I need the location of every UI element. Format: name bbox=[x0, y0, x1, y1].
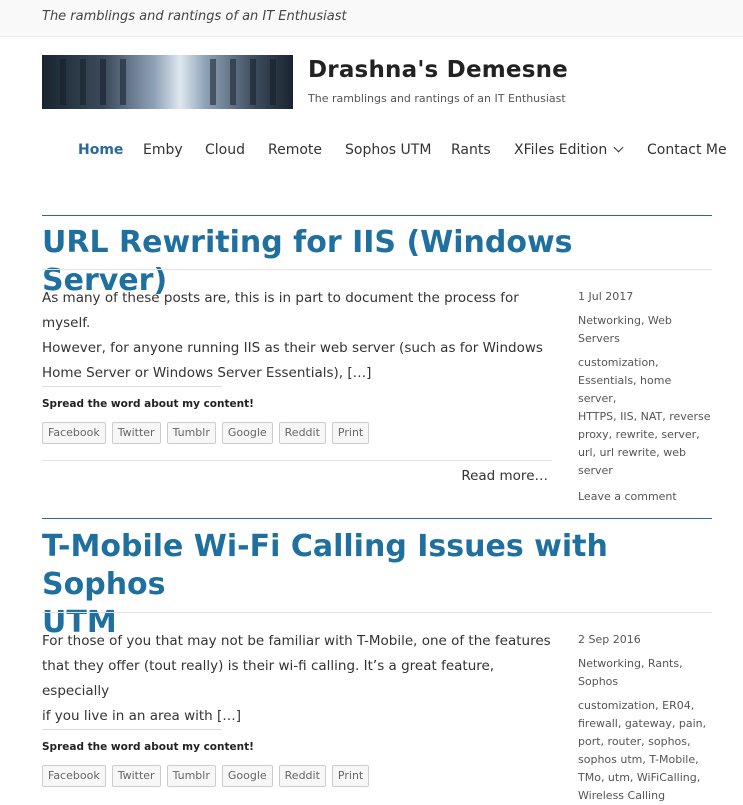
post-tags[interactable]: server bbox=[578, 462, 713, 480]
post-tags[interactable]: Wireless Calling bbox=[578, 787, 713, 805]
site-title[interactable]: Drashna's Demesne bbox=[308, 57, 568, 83]
share-print-button[interactable]: Print bbox=[331, 422, 370, 444]
post-tags[interactable]: HTTPS, IIS, NAT, reverse bbox=[578, 408, 713, 426]
post-title-line: T-Mobile Wi-Fi Calling Issues with Sopho… bbox=[42, 529, 608, 602]
post-categories[interactable]: Sophos bbox=[578, 673, 713, 691]
nav-item-rants[interactable]: Rants bbox=[451, 142, 491, 158]
post-excerpt: As many of these posts are, this is in p… bbox=[42, 286, 557, 386]
post-divider bbox=[42, 215, 712, 216]
chevron-down-icon[interactable] bbox=[613, 142, 624, 153]
post-tags[interactable]: port, router, sophos, bbox=[578, 733, 713, 751]
share-buttons: Facebook Twitter Tumblr Google Reddit Pr… bbox=[42, 422, 370, 444]
share-tumblr-button[interactable]: Tumblr bbox=[166, 765, 216, 787]
share-facebook-button[interactable]: Facebook bbox=[42, 422, 106, 444]
nav-item-sophos-utm[interactable]: Sophos UTM bbox=[345, 142, 431, 158]
excerpt-line: For those of you that may not be familia… bbox=[42, 633, 551, 649]
title-divider bbox=[42, 269, 712, 270]
excerpt-line: that they offer (tout really) is their w… bbox=[42, 658, 495, 699]
nav-item-xfiles-edition[interactable]: XFiles Edition bbox=[514, 142, 624, 158]
nav-item-emby[interactable]: Emby bbox=[143, 142, 183, 158]
excerpt-line: As many of these posts are, this is in p… bbox=[42, 290, 519, 331]
post-tags[interactable]: customization, bbox=[578, 354, 713, 372]
read-more-link[interactable]: Read more… bbox=[461, 468, 548, 484]
post-excerpt: For those of you that may not be familia… bbox=[42, 629, 557, 729]
nav-item-xfiles-label: XFiles Edition bbox=[514, 142, 608, 158]
post-meta: 2 Sep 2016 Networking, Rants, Sophos cus… bbox=[578, 631, 713, 805]
nav-item-cloud[interactable]: Cloud bbox=[205, 142, 245, 158]
top-bar: The ramblings and rantings of an IT Enth… bbox=[0, 0, 743, 37]
share-tumblr-button[interactable]: Tumblr bbox=[166, 422, 216, 444]
topbar-tagline: The ramblings and rantings of an IT Enth… bbox=[42, 9, 347, 24]
post-tags[interactable]: Essentials, home server, bbox=[578, 372, 713, 408]
share-google-button[interactable]: Google bbox=[221, 422, 273, 444]
site-description: The ramblings and rantings of an IT Enth… bbox=[308, 92, 566, 105]
share-divider bbox=[42, 386, 222, 387]
share-buttons: Facebook Twitter Tumblr Google Reddit Pr… bbox=[42, 765, 370, 787]
post-date[interactable]: 2 Sep 2016 bbox=[578, 631, 713, 649]
share-reddit-button[interactable]: Reddit bbox=[278, 422, 326, 444]
site-banner-image[interactable] bbox=[42, 55, 293, 109]
excerpt-line: if you live in an area with […] bbox=[42, 708, 242, 724]
post-tags[interactable]: sophos utm, T-Mobile, bbox=[578, 751, 713, 769]
footer-divider bbox=[42, 460, 552, 461]
excerpt-line: Home Server or Windows Server Essentials… bbox=[42, 365, 372, 381]
post-tags[interactable]: TMo, utm, WiFiCalling, bbox=[578, 769, 713, 787]
leave-comment-link[interactable]: Leave a comment bbox=[578, 488, 713, 506]
share-reddit-button[interactable]: Reddit bbox=[278, 765, 326, 787]
excerpt-line: However, for anyone running IIS as their… bbox=[42, 340, 543, 356]
post-categories[interactable]: Servers bbox=[578, 330, 713, 348]
post-tags[interactable]: proxy, rewrite, server, bbox=[578, 426, 713, 444]
post-tags[interactable]: url, url rewrite, web bbox=[578, 444, 713, 462]
post-date[interactable]: 1 Jul 2017 bbox=[578, 288, 713, 306]
post-divider bbox=[42, 518, 712, 519]
post-meta: 1 Jul 2017 Networking, Web Servers custo… bbox=[578, 288, 713, 506]
nav-item-remote[interactable]: Remote bbox=[268, 142, 322, 158]
post-categories[interactable]: Networking, Web bbox=[578, 312, 713, 330]
share-twitter-button[interactable]: Twitter bbox=[111, 422, 161, 444]
share-google-button[interactable]: Google bbox=[221, 765, 273, 787]
nav-item-home[interactable]: Home bbox=[78, 142, 123, 158]
share-facebook-button[interactable]: Facebook bbox=[42, 765, 106, 787]
share-twitter-button[interactable]: Twitter bbox=[111, 765, 161, 787]
main-navigation: Home Emby Cloud Remote Sophos UTM Rants … bbox=[0, 142, 743, 162]
share-heading: Spread the word about my content! bbox=[42, 398, 254, 410]
post-tags[interactable]: firewall, gateway, pain, bbox=[578, 715, 713, 733]
post-tags[interactable]: customization, ER04, bbox=[578, 697, 713, 715]
post-title[interactable]: T-Mobile Wi-Fi Calling Issues with Sopho… bbox=[42, 528, 702, 642]
post-categories[interactable]: Networking, Rants, bbox=[578, 655, 713, 673]
share-heading: Spread the word about my content! bbox=[42, 741, 254, 753]
share-divider bbox=[42, 729, 222, 730]
nav-item-contact-me[interactable]: Contact Me bbox=[647, 142, 727, 158]
title-divider bbox=[42, 612, 712, 613]
share-print-button[interactable]: Print bbox=[331, 765, 370, 787]
